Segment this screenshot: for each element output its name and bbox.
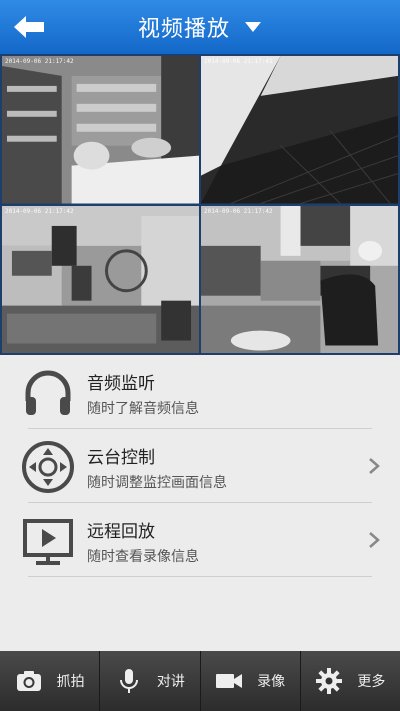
camera-timestamp-3: 2014-09-06 21:17:42	[5, 207, 74, 215]
menu-item-audio-monitor[interactable]: 音频监听 随时了解音频信息	[0, 355, 400, 429]
camera-icon	[16, 671, 41, 691]
camera-view-4[interactable]: 2014-09-06 21:17:42	[201, 205, 398, 353]
camera-view-2[interactable]: 2014-09-06 21:17:41	[201, 56, 398, 204]
camera-timestamp-1: 2014-09-06 21:17:42	[5, 58, 74, 65]
video-camera-icon	[216, 674, 243, 688]
more-button[interactable]: 更多	[299, 651, 400, 711]
camera-view-1[interactable]: 2014-09-06 21:17:42	[2, 56, 199, 204]
playback-icon	[23, 519, 73, 565]
menu-title-playback: 远程回放	[87, 522, 155, 542]
menu-subtitle-ptz: 随时调整监控画面信息	[87, 475, 227, 491]
menu-item-ptz-control[interactable]: 云台控制 随时调整监控画面信息	[0, 429, 400, 503]
menu-title-ptz: 云台控制	[87, 448, 155, 468]
headphones-icon	[25, 370, 71, 415]
capture-button[interactable]: 抓拍	[0, 651, 99, 711]
divider	[28, 576, 372, 577]
camera-feed-3	[2, 205, 199, 353]
record-button[interactable]: 录像	[199, 651, 300, 711]
chevron-right-icon	[369, 458, 380, 474]
title-dropdown[interactable]: 视频播放	[0, 0, 400, 54]
menu-title-audio: 音频监听	[87, 374, 155, 394]
record-label: 录像	[257, 674, 286, 690]
gear-icon	[316, 668, 343, 694]
talk-button[interactable]: 对讲	[99, 651, 199, 711]
microphone-icon	[119, 669, 138, 693]
menu-item-remote-playback[interactable]: 远程回放 随时查看录像信息	[0, 503, 400, 577]
chevron-right-icon	[369, 532, 380, 548]
camera-view-3[interactable]: 2014-09-06 21:17:42	[2, 205, 199, 353]
menu-subtitle-playback: 随时查看录像信息	[87, 549, 199, 565]
menu-subtitle-audio: 随时了解音频信息	[87, 401, 199, 417]
talk-label: 对讲	[156, 674, 185, 690]
dropdown-triangle-icon	[245, 22, 261, 32]
camera-feed-4	[201, 205, 398, 353]
bottom-toolbar: 抓拍 对讲 录像 更多	[0, 651, 400, 711]
camera-timestamp-4: 2014-09-06 21:17:42	[204, 207, 273, 215]
ptz-control-icon	[22, 441, 74, 493]
capture-label: 抓拍	[56, 674, 85, 690]
camera-feed-1	[2, 56, 199, 204]
camera-feed-2	[201, 56, 398, 204]
video-grid: 2014-09-06 21:17:42 2014-09-06 21:17:41	[0, 54, 400, 355]
camera-timestamp-2: 2014-09-06 21:17:41	[204, 58, 273, 65]
header-bar: 视频播放	[0, 0, 400, 54]
page-title: 视频播放	[137, 17, 230, 42]
more-label: 更多	[357, 674, 386, 690]
